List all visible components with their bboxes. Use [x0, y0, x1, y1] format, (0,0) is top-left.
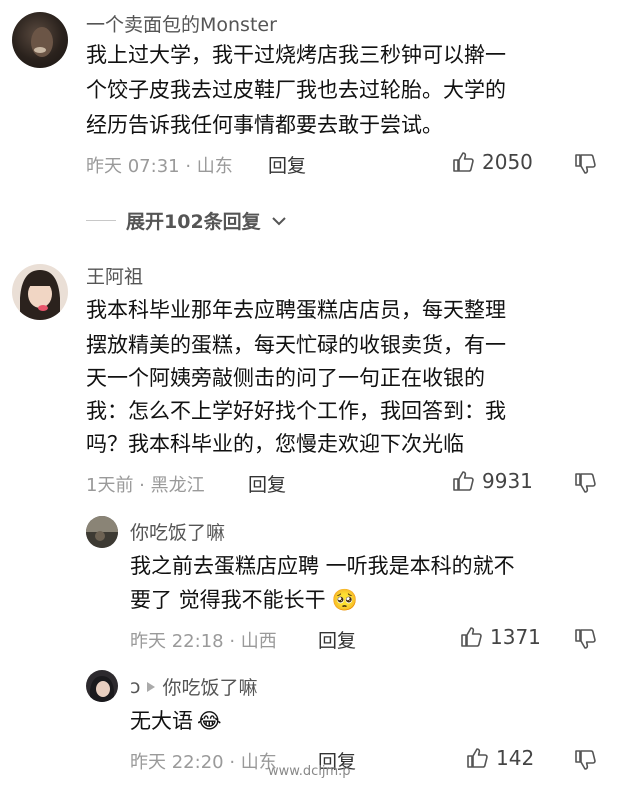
comment-text-line: 摆放精美的蛋糕，每天忙碌的收银卖货，有一	[86, 333, 506, 357]
reply-text-line: 要了 觉得我不能长干 🥺	[130, 583, 358, 618]
comment-time-location: 1天前 · 黑龙江	[86, 475, 205, 496]
reply-arrow-icon	[147, 681, 156, 692]
thumbs-down-icon	[575, 629, 596, 649]
like-count: 9931	[482, 469, 533, 493]
avatar-photo-icon	[31, 27, 53, 57]
comment-text-line: 我本科毕业那年去应聘蛋糕店店员，每天整理	[86, 298, 506, 322]
like-count: 1371	[490, 625, 541, 649]
like-count: 142	[496, 746, 535, 770]
comment-text-line: 天一个阿姨旁敲侧击的问了一句正在收银的	[86, 366, 485, 390]
comment-text-line: 个饺子皮我去过皮鞋厂我也去过轮胎。大学的	[86, 78, 506, 102]
avatar[interactable]	[12, 12, 68, 68]
reply-time-location: 昨天 22:18 · 山西	[130, 631, 277, 652]
comment-time-location: 昨天 07:31 · 山东	[86, 156, 233, 177]
reply-button[interactable]: 回复	[248, 470, 286, 497]
dislike-button[interactable]	[574, 152, 598, 180]
comment-text-line: 吗？我本科毕业的，您慢走欢迎下次光临	[86, 432, 464, 456]
reply-text: 要了 觉得我不能长干	[130, 588, 326, 612]
thumbs-up-icon	[453, 152, 474, 172]
dislike-button[interactable]	[574, 627, 598, 655]
dislike-button[interactable]	[574, 748, 598, 776]
expand-replies-button[interactable]: 展开102条回复	[86, 207, 287, 234]
comment-username[interactable]: 一个卖面包的Monster	[86, 10, 277, 37]
like-button[interactable]: 1371	[460, 625, 541, 649]
avatar-photo-icon	[20, 270, 60, 320]
reply-username-line: ↄ 你吃饭了嘛	[130, 673, 257, 700]
watermark: www.dcljm.p	[268, 764, 351, 779]
divider-line	[86, 220, 116, 221]
comment-username[interactable]: 王阿祖	[86, 262, 143, 289]
like-button[interactable]: 9931	[452, 469, 533, 493]
expand-replies-label: 展开102条回复	[126, 211, 261, 233]
tears-of-joy-icon: 😂	[197, 709, 222, 733]
thumbs-up-icon	[461, 627, 482, 647]
avatar-photo-icon	[90, 676, 114, 702]
dislike-button[interactable]	[574, 471, 598, 499]
avatar[interactable]	[86, 670, 118, 702]
reply-button[interactable]: 回复	[318, 626, 356, 653]
thumbs-up-icon	[453, 471, 474, 491]
like-button[interactable]: 142	[466, 746, 534, 770]
like-button[interactable]: 2050	[452, 150, 533, 174]
reply-time-location: 昨天 22:20 · 山东	[130, 752, 277, 773]
reply-text-line: 无大语 😂	[130, 704, 222, 739]
thumbs-down-icon	[575, 154, 596, 174]
chevron-down-icon	[271, 216, 286, 225]
reply-text: 无大语	[130, 709, 193, 733]
thumbs-down-icon	[575, 750, 596, 770]
comment-text-line: 我上过大学，我干过烧烤店我三秒钟可以擀一	[86, 43, 506, 67]
avatar[interactable]	[86, 516, 118, 548]
reply-username[interactable]: 你吃饭了嘛	[130, 518, 225, 545]
thumbs-down-icon	[575, 473, 596, 493]
reply-button[interactable]: 回复	[268, 151, 306, 178]
reply-text-line: 我之前去蛋糕店应聘 一听我是本科的就不	[130, 554, 515, 578]
thumbs-up-icon	[467, 748, 488, 768]
like-count: 2050	[482, 150, 533, 174]
reply-username[interactable]: ↄ	[130, 676, 140, 698]
avatar[interactable]	[12, 264, 68, 320]
reply-to-username[interactable]: 你吃饭了嘛	[162, 673, 257, 700]
comment-text-line: 经历告诉我任何事情都要去敢于尝试。	[86, 113, 443, 137]
avatar-photo-icon	[86, 516, 118, 548]
pleading-face-icon: 🥺	[331, 588, 358, 612]
comment-text-line: 我：怎么不上学好好找个工作，我回答到：我	[86, 399, 506, 423]
